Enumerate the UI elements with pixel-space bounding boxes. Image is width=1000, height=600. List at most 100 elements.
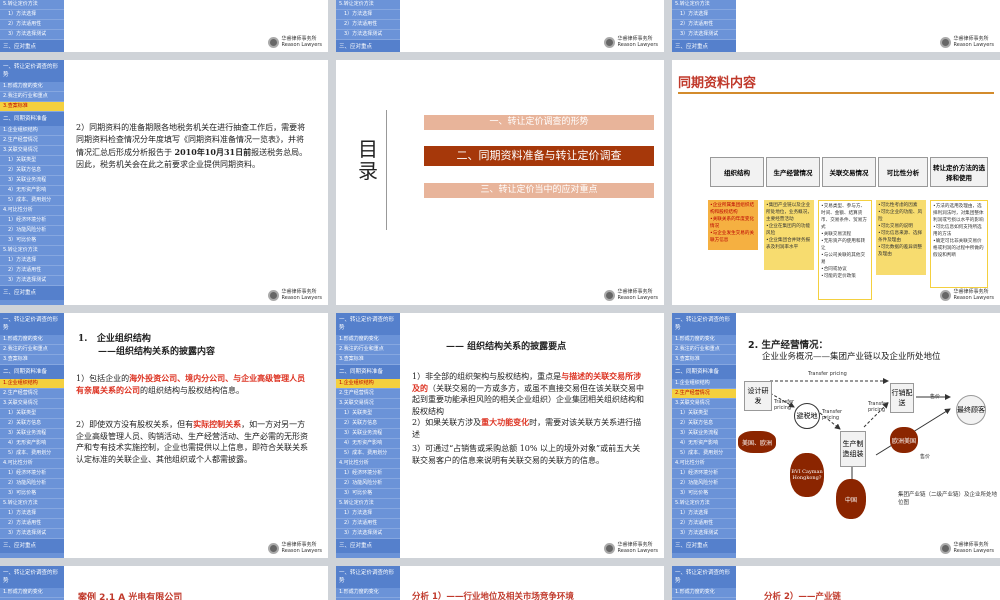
sidebar-item[interactable]: 2）方法适用性 [0,266,64,276]
sidebar-item[interactable]: 1）方法选择 [672,10,736,20]
sidebar-item[interactable]: 4.可比性分析 [336,459,400,469]
sidebar-item[interactable]: 3）可比价格 [0,236,64,246]
sidebar-item[interactable]: 5）成本、费用划分 [336,449,400,459]
sidebar-header[interactable]: 二、同期资料准备 [672,365,736,379]
sidebar-item[interactable]: 5）成本、费用划分 [672,449,736,459]
sidebar-header[interactable]: 二、同期资料准备 [336,365,400,379]
sidebar-item[interactable]: 5.转让定价方法 [0,0,64,10]
sidebar-header[interactable]: 三、应对重点 [672,40,736,52]
sidebar-item[interactable]: 1）关联类型 [0,156,64,166]
sidebar-item[interactable]: 1.形成力度的变化 [336,588,400,598]
sidebar-header[interactable]: 一、转让定价调查的形势 [336,313,400,335]
sidebar-item[interactable]: 5）成本、费用划分 [0,196,64,206]
sidebar-item[interactable]: 1.形成力度的变化 [672,335,736,345]
sidebar-item[interactable]: 4）无形资产影响 [336,439,400,449]
sidebar-item[interactable]: 3）可比价格 [336,489,400,499]
sidebar-item[interactable]: 2）关联方信息 [0,166,64,176]
sidebar-item-selected[interactable]: 3.查案标准 [0,102,64,112]
sidebar-item[interactable]: 3.关联交易情况 [336,399,400,409]
sidebar-item[interactable]: 2.我注的行业和重点 [0,92,64,102]
sidebar-item[interactable]: 1）经济环境分析 [336,469,400,479]
sidebar-item[interactable]: 2.生产经营情况 [336,389,400,399]
sidebar-header[interactable]: 一、转让定价调查的形势 [0,313,64,335]
sidebar-item[interactable]: 2.我注的行业和重点 [336,345,400,355]
sidebar-item[interactable]: 1）方法选择 [0,10,64,20]
slide-contemp-content[interactable]: 同期资料内容 组织结构 生产经营情况 关联交易情况 可比性分析 转让定价方法的选… [672,60,1000,305]
sidebar-item[interactable]: 1）经济环境分析 [0,469,64,479]
sidebar-item[interactable]: 3）方法选择测试 [672,30,736,40]
sidebar-item[interactable]: 3）方法选择测试 [0,529,64,539]
sidebar-item-selected[interactable]: 1.企业组织结构 [336,379,400,389]
sidebar-item[interactable]: 1.形成力度的变化 [0,335,64,345]
sidebar-item[interactable]: 4.可比性分析 [0,459,64,469]
sidebar-item[interactable]: 2）方法适用性 [0,519,64,529]
sidebar-item[interactable]: 3.关联交易情况 [672,399,736,409]
slide-toc[interactable]: 目录 一、转让定价调查的形势 二、同期资料准备与转让定价调查 三、转让定价当中的… [336,60,664,305]
sidebar-item[interactable]: 3）关联业务流程 [672,429,736,439]
sidebar-item[interactable]: 2）方法适用性 [672,20,736,30]
sidebar-item[interactable]: 1.形成力度的变化 [0,588,64,598]
sidebar-item[interactable]: 1.形成力度的变化 [672,588,736,598]
sidebar-item[interactable]: 2）方法适用性 [336,20,400,30]
sidebar-item[interactable]: 2.生产经营情况 [0,136,64,146]
sidebar-item[interactable]: 3）关联业务流程 [0,176,64,186]
sidebar-item[interactable]: 5.转让定价方法 [672,499,736,509]
slide-deadline[interactable]: 一、转让定价调查的形势 1.形成力度的变化 2.我注的行业和重点 3.查案标准 … [0,60,328,305]
sidebar-item[interactable]: 1）关联类型 [336,409,400,419]
sidebar-header[interactable]: 二、同期资料准备 [0,365,64,379]
slide-top-3[interactable]: 5.转让定价方法 1）方法选择 2）方法适用性 3）方法选择测试 三、应对重点 … [672,0,1000,52]
slide-org-points[interactable]: 一、转让定价调查的形势 1.形成力度的变化 2.我注的行业和重点 3.查案标准 … [336,313,664,558]
sidebar-item[interactable]: 3.查案标准 [672,355,736,365]
sidebar-item[interactable]: 1）方法选择 [0,509,64,519]
sidebar-item[interactable]: 1.形成力度的变化 [0,82,64,92]
slide-bottom-2[interactable]: 一、转让定价调查的形势 1.形成力度的变化 分析 1）——行业地位及相关市场竞争… [336,566,664,600]
sidebar-item[interactable]: 4.可比性分析 [0,206,64,216]
sidebar-item[interactable]: 2）方法适用性 [336,519,400,529]
sidebar-item[interactable]: 3）关联业务流程 [0,429,64,439]
sidebar-item[interactable]: 5.转让定价方法 [336,499,400,509]
slide-business[interactable]: 一、转让定价调查的形势 1.形成力度的变化 2.我注的行业和重点 3.查案标准 … [672,313,1000,558]
sidebar-header[interactable]: 一、转让定价调查的形势 [672,566,736,588]
sidebar-item[interactable]: 1.企业组织结构 [0,126,64,136]
sidebar-item[interactable]: 3）可比价格 [672,489,736,499]
sidebar-item[interactable]: 1）方法选择 [0,256,64,266]
sidebar-item[interactable]: 1）方法选择 [336,509,400,519]
sidebar-item[interactable]: 1）方法选择 [336,10,400,20]
sidebar-header[interactable]: 三、应对重点 [672,539,736,553]
slide-org[interactable]: 一、转让定价调查的形势 1.形成力度的变化 2.我注的行业和重点 3.查案标准 … [0,313,328,558]
sidebar-item-selected[interactable]: 2.生产经营情况 [672,389,736,399]
slide-bottom-3[interactable]: 一、转让定价调查的形势 1.形成力度的变化 分析 2）——产业链 [672,566,1000,600]
sidebar-item[interactable]: 2）方法适用性 [0,20,64,30]
sidebar-item[interactable]: 3）方法选择测试 [0,30,64,40]
sidebar-item[interactable]: 2）关联方信息 [336,419,400,429]
sidebar-header[interactable]: 一、转让定价调查的形势 [672,313,736,335]
toc-item[interactable]: 三、转让定价当中的应对重点 [424,183,654,198]
sidebar-header[interactable]: 一、转让定价调查的形势 [0,566,64,588]
sidebar-item[interactable]: 3.关联交易情况 [0,146,64,156]
sidebar-item[interactable]: 2）关联方信息 [672,419,736,429]
sidebar-header[interactable]: 三、应对重点 [336,40,400,52]
sidebar-item[interactable]: 2）关联方信息 [0,419,64,429]
sidebar-item[interactable]: 3.查案标准 [336,355,400,365]
sidebar-item[interactable]: 1）关联类型 [672,409,736,419]
sidebar-header[interactable]: 三、应对重点 [0,539,64,553]
sidebar-item[interactable]: 1.企业组织结构 [672,379,736,389]
sidebar-item[interactable]: 5.转让定价方法 [672,0,736,10]
sidebar-item[interactable]: 4）无形资产影响 [0,186,64,196]
toc-item[interactable]: 一、转让定价调查的形势 [424,115,654,130]
sidebar-item[interactable]: 1）方法选择 [672,509,736,519]
sidebar-header[interactable]: 二、同期资料准备 [0,112,64,126]
sidebar-item[interactable]: 3.关联交易情况 [0,399,64,409]
toc-item-active[interactable]: 二、同期资料准备与转让定价调查 [424,146,654,166]
sidebar-item[interactable]: 4.可比性分析 [672,459,736,469]
sidebar-item[interactable]: 1）关联类型 [0,409,64,419]
sidebar-item[interactable]: 1）经济环境分析 [0,216,64,226]
sidebar-item[interactable]: 3）方法选择测试 [0,276,64,286]
sidebar-item[interactable]: 2）功能风险分析 [0,226,64,236]
slide-top-1[interactable]: 5.转让定价方法 1）方法选择 2）方法适用性 3）方法选择测试 三、应对重点 … [0,0,328,52]
sidebar-item[interactable]: 2.生产经营情况 [0,389,64,399]
sidebar-header[interactable]: 三、应对重点 [336,539,400,553]
slide-top-2[interactable]: 5.转让定价方法 1）方法选择 2）方法适用性 3）方法选择测试 三、应对重点 … [336,0,664,52]
sidebar-item[interactable]: 2）功能风险分析 [672,479,736,489]
sidebar-item[interactable]: 2）功能风险分析 [336,479,400,489]
